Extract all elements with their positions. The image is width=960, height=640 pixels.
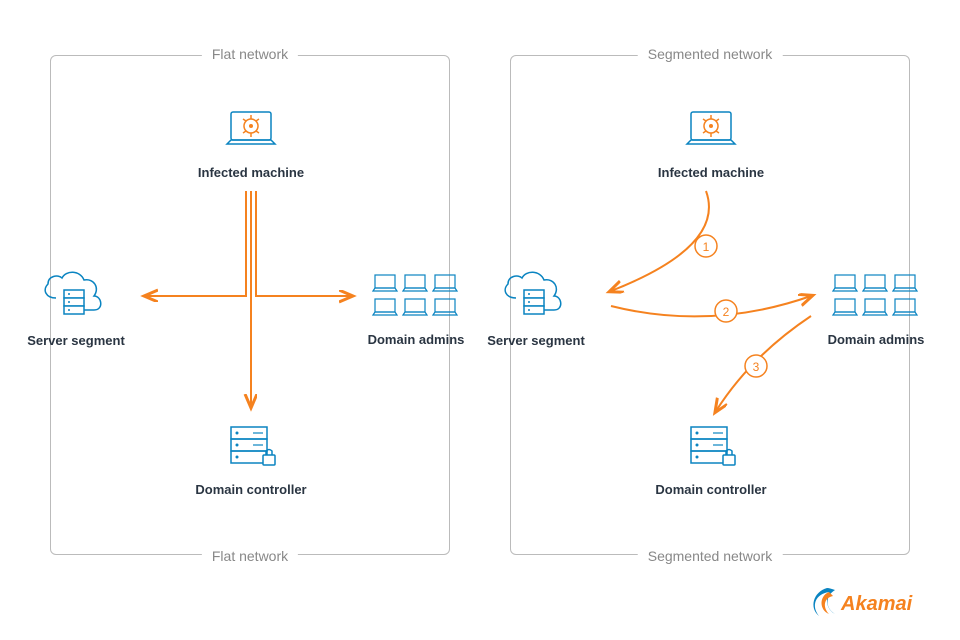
server-lock-icon	[223, 421, 279, 471]
panel-title-bottom: Flat network	[202, 548, 298, 564]
flat-network-panel: Flat network Flat network Infected machi…	[50, 55, 450, 555]
svg-text:Akamai: Akamai	[840, 593, 913, 615]
infected-machine-node: Infected machine	[651, 106, 771, 180]
panel-title-bottom: Segmented network	[638, 548, 783, 564]
domain-controller-node: Domain controller	[651, 421, 771, 497]
controller-label: Domain controller	[191, 482, 311, 497]
infected-label: Infected machine	[191, 165, 311, 180]
laptop-grid-icon	[831, 271, 921, 321]
infected-label: Infected machine	[651, 165, 771, 180]
panel-title-top: Flat network	[202, 46, 298, 62]
infected-laptop-icon	[219, 106, 283, 154]
admins-label: Domain admins	[816, 332, 936, 347]
domain-admins-node: Domain admins	[356, 271, 476, 347]
domain-controller-node: Domain controller	[191, 421, 311, 497]
admins-label: Domain admins	[356, 332, 476, 347]
infected-machine-node: Infected machine	[191, 106, 311, 180]
infected-laptop-icon	[679, 106, 743, 154]
panel-title-top: Segmented network	[638, 46, 783, 62]
laptop-grid-icon	[371, 271, 461, 321]
akamai-logo: Akamai	[805, 582, 925, 622]
server-segment-node: Server segment	[16, 266, 136, 348]
step-2-badge: 2	[723, 305, 730, 319]
controller-label: Domain controller	[651, 482, 771, 497]
server-label: Server segment	[476, 333, 596, 348]
domain-admins-node: Domain admins	[816, 271, 936, 347]
step-1-badge: 1	[703, 240, 710, 254]
server-segment-node: Server segment	[476, 266, 596, 348]
step-3-badge: 3	[753, 360, 760, 374]
segmented-network-panel: Segmented network Segmented network Infe…	[510, 55, 910, 555]
cloud-server-icon	[496, 266, 576, 322]
server-lock-icon	[683, 421, 739, 471]
server-label: Server segment	[16, 333, 136, 348]
cloud-server-icon	[36, 266, 116, 322]
